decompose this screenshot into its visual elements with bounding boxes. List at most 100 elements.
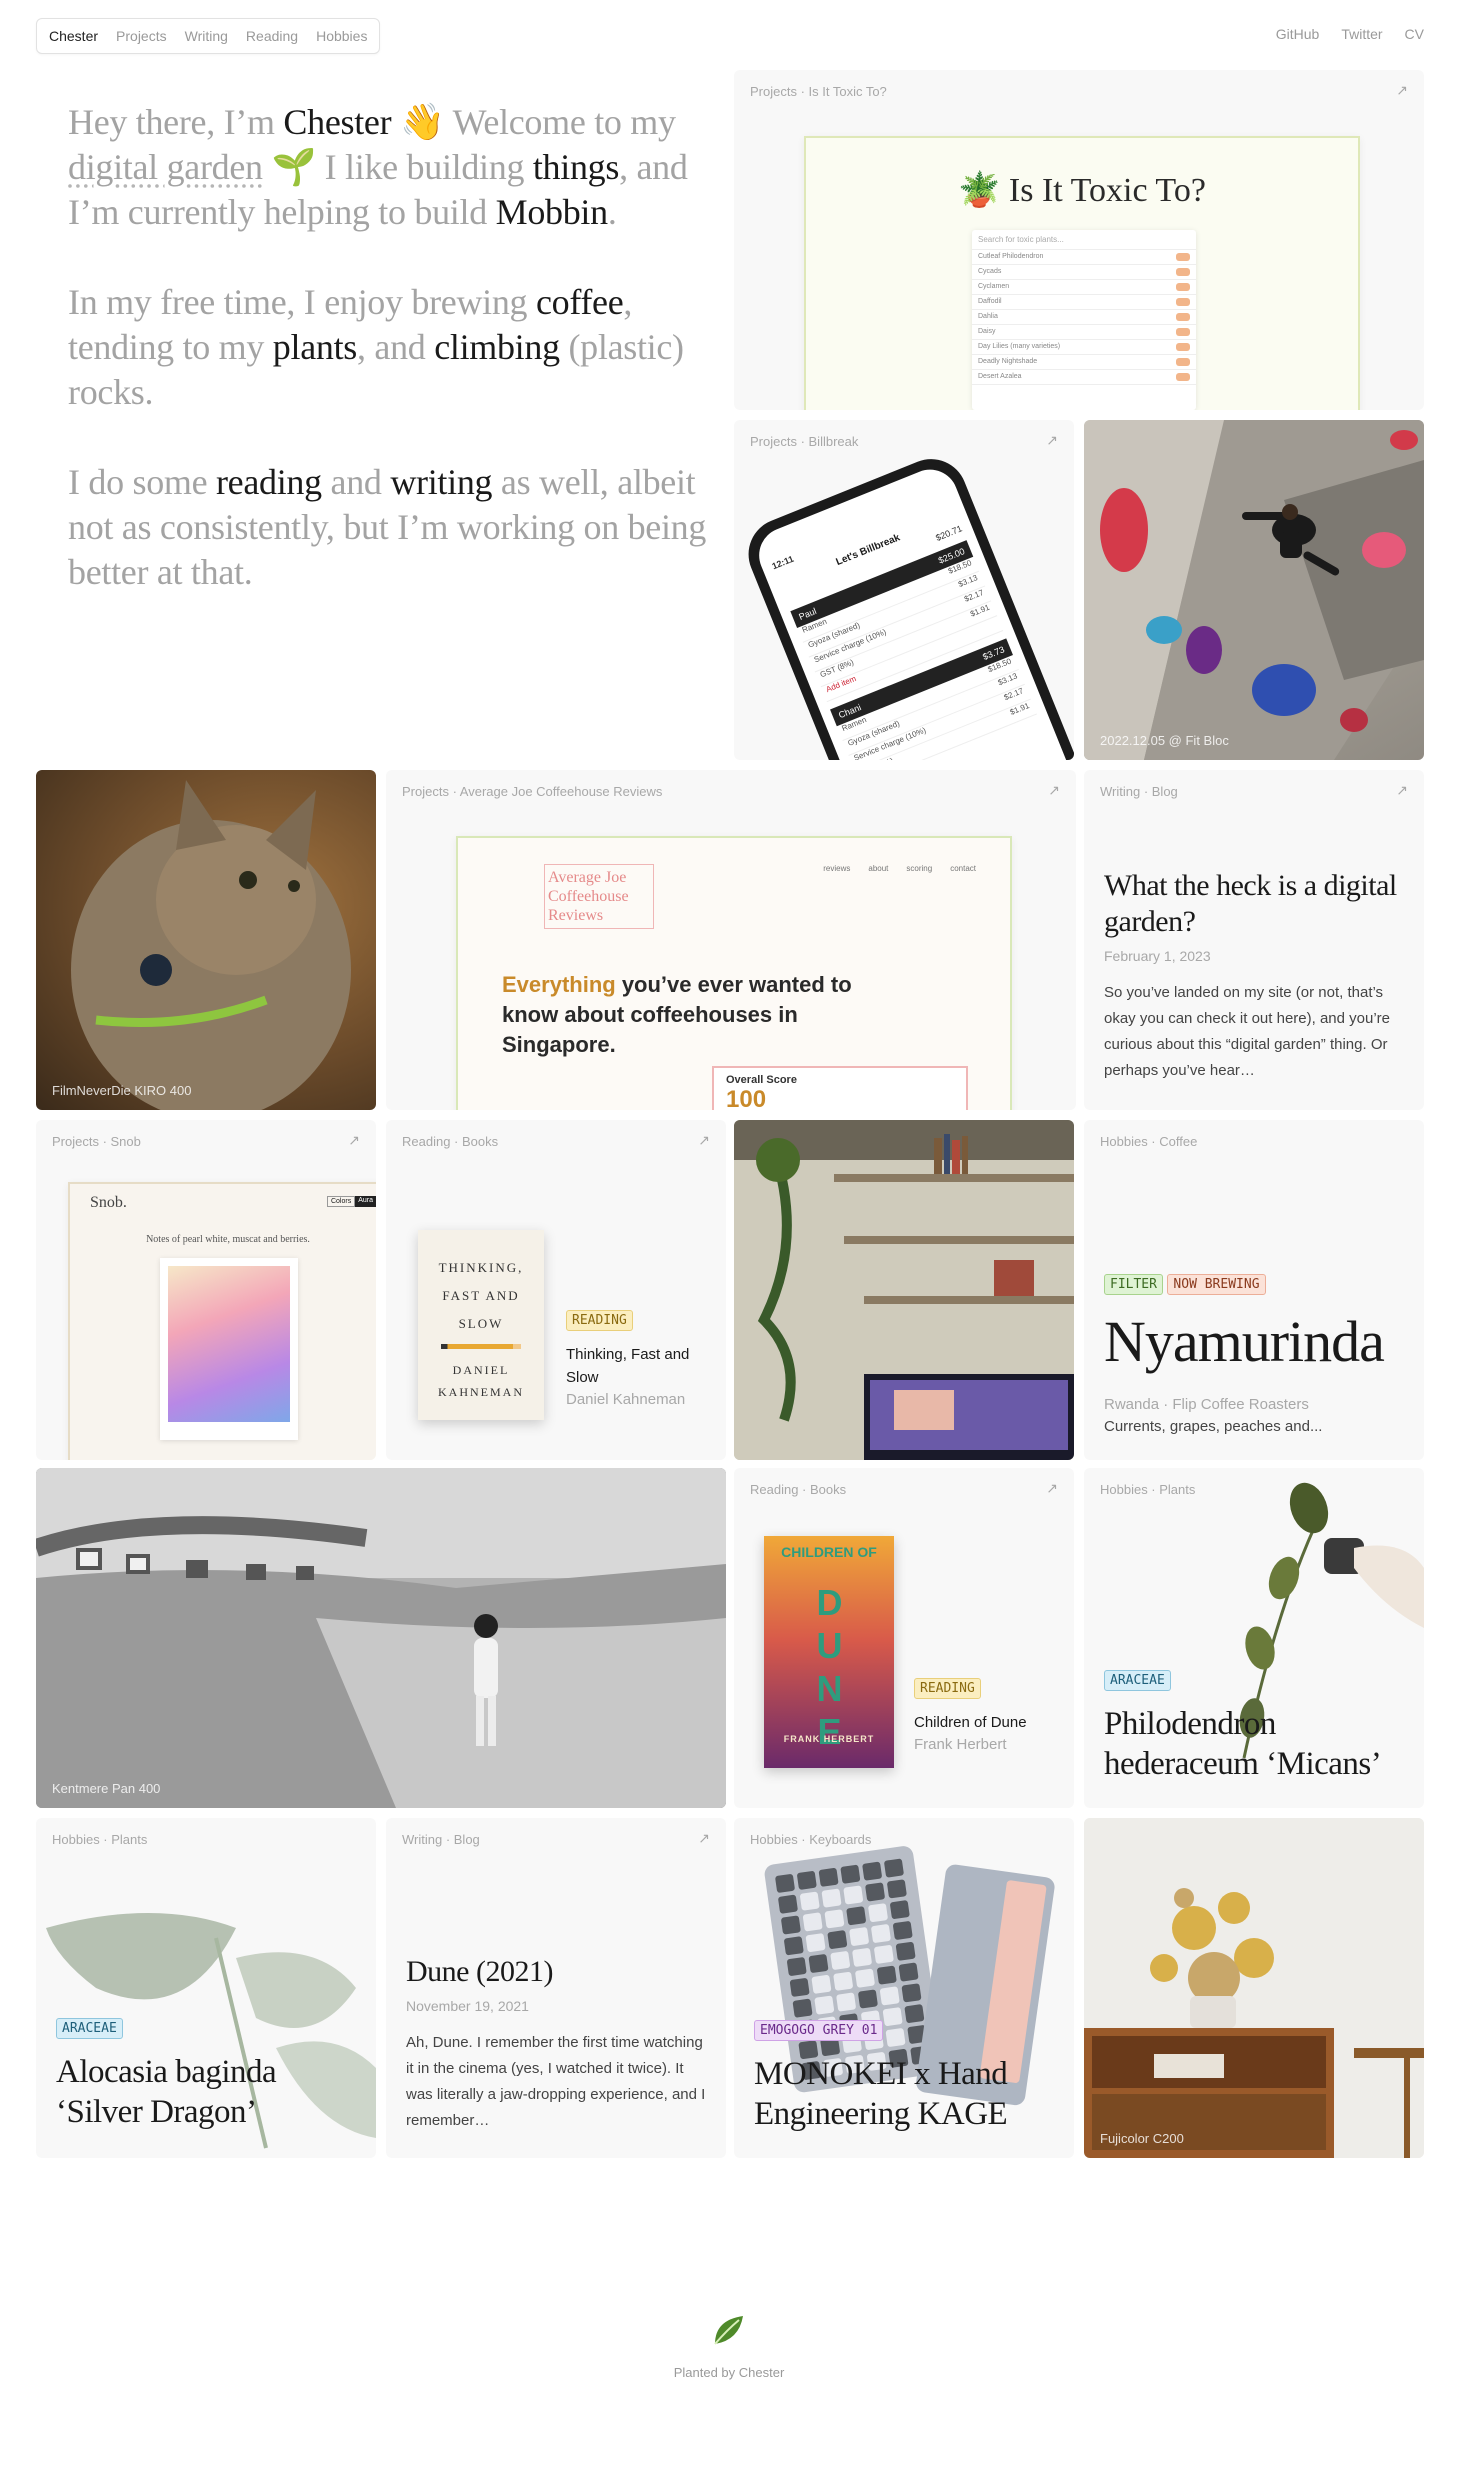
cat-image — [71, 780, 351, 1110]
pencil-icon — [441, 1344, 521, 1349]
intro-paragraph-3: I do some reading and writing as well, a… — [68, 462, 707, 592]
photo-desk-shelf[interactable] — [734, 1120, 1074, 1460]
keycap — [865, 1882, 885, 1902]
photo-cat[interactable]: FilmNeverDie KIRO 400 — [36, 770, 376, 1110]
toxic-title: 🪴 Is It Toxic To? — [958, 172, 1206, 209]
nav-reading[interactable]: Reading — [246, 28, 298, 44]
intro: Hey there, I’m Chester 👋 Welcome to my d… — [68, 100, 708, 640]
blog-card-digital-garden[interactable]: Writing · Blog ↗ What the heck is a digi… — [1084, 770, 1424, 1110]
snob-toggle[interactable]: Colors Aura — [326, 1196, 376, 1207]
toxic-list-row[interactable]: Dahlia — [972, 310, 1196, 325]
coffeehouse-preview: Average Joe Coffeehouse Reviews reviews a… — [456, 836, 1012, 1110]
keyboard-card-monokei[interactable]: Hobbies · Keyboards EMOGOGO GREY 01 MONO… — [734, 1818, 1074, 2158]
aura-gradient — [168, 1266, 290, 1422]
card-label: Reading · Books — [750, 1482, 847, 1497]
nav-hobbies[interactable]: Hobbies — [316, 28, 367, 44]
toxic-list-row[interactable]: Day Lilies (many varieties) — [972, 340, 1196, 355]
coffee-origin: Rwanda · Flip Coffee Roasters — [1104, 1396, 1309, 1413]
blog-title: Dune (2021) — [406, 1955, 553, 1988]
keycap — [833, 1971, 853, 1991]
nav-chester[interactable]: Chester — [49, 28, 98, 44]
keycap — [885, 2028, 906, 2047]
keycap — [858, 1989, 878, 2009]
plant-name: Alocasia baginda ‘Silver Dragon’ — [56, 2054, 277, 2130]
plants-link[interactable]: plants — [273, 327, 358, 367]
keycap — [898, 1962, 919, 1982]
photo-beach[interactable]: Kentmere Pan 400 — [36, 1468, 726, 1808]
now-brewing-tag: NOW BREWING — [1167, 1274, 1266, 1295]
writing-link[interactable]: writing — [390, 462, 492, 502]
book-title: Children of Dune — [914, 1714, 1027, 1731]
card-label: Hobbies · Coffee — [1100, 1134, 1198, 1149]
arrow-icon: ↗ — [1046, 432, 1058, 448]
photo-dried-flowers[interactable]: Fujicolor C200 — [1084, 1818, 1424, 2158]
keycap — [840, 1864, 861, 1884]
mobbin-link[interactable]: Mobbin — [496, 192, 609, 232]
blog-date: February 1, 2023 — [1104, 948, 1211, 964]
blog-card-dune-2021[interactable]: Writing · Blog ↗ Dune (2021) November 19… — [386, 1818, 726, 2158]
keycap — [852, 1948, 872, 1967]
plant-card-philodendron[interactable]: Hobbies · Plants ARACEAE Philodendron he… — [1084, 1468, 1424, 1808]
pet-badge-icon — [1176, 373, 1190, 381]
github-link[interactable]: GitHub — [1276, 26, 1320, 42]
pet-badge-icon — [1176, 253, 1190, 261]
card-label: Hobbies · Plants — [1100, 1482, 1196, 1497]
nav-projects[interactable]: Projects — [116, 28, 167, 44]
keycap — [787, 1957, 807, 1976]
external-links: GitHub Twitter CV — [1276, 26, 1424, 42]
toxic-list-row[interactable]: Cycads — [972, 265, 1196, 280]
nav-writing[interactable]: Writing — [185, 28, 228, 44]
toxic-list-row[interactable]: Daffodil — [972, 295, 1196, 310]
book-card-thinking-fast[interactable]: Reading · Books ↗ THINKING, FAST AND SLO… — [386, 1120, 726, 1460]
book-card-children-of-dune[interactable]: Reading · Books ↗ CHILDREN OF DUNE FRANK… — [734, 1468, 1074, 1808]
keycap — [827, 1930, 848, 1949]
book-title: Thinking, Fast and Slow — [566, 1346, 690, 1386]
arrow-icon: ↗ — [698, 1132, 710, 1148]
keycap — [884, 1858, 904, 1878]
project-card-is-it-toxic[interactable]: Projects · Is It Toxic To? ↗ 🪴 Is It Tox… — [734, 70, 1424, 410]
reading-link[interactable]: reading — [216, 462, 322, 502]
cv-link[interactable]: CV — [1405, 26, 1424, 42]
keycap — [836, 1992, 856, 2012]
toxic-preview: 🪴 Is It Toxic To? Search for toxic plant… — [804, 136, 1360, 410]
card-label: Projects · Is It Toxic To? — [750, 84, 887, 99]
phone-screen: 12:11 Let's Billbreak $20.71 Paul $25.00 … — [750, 461, 1074, 760]
toxic-list-row[interactable]: Deadly Nightshade — [972, 355, 1196, 370]
keycap — [778, 1894, 798, 1914]
toxic-list-row[interactable]: Desert Azalea — [972, 370, 1196, 385]
project-card-snob[interactable]: Projects · Snob ↗ Snob. Colors Aura Notes… — [36, 1120, 376, 1460]
desk-image — [734, 1120, 1074, 1460]
toxic-list-row[interactable]: Cyclamen — [972, 280, 1196, 295]
keyboard-tag: EMOGOGO GREY 01 — [754, 2020, 884, 2041]
book-author: Daniel Kahneman — [566, 1391, 686, 1408]
twitter-link[interactable]: Twitter — [1341, 26, 1382, 42]
toxic-list-row[interactable]: Cutleaf Philodendron — [972, 250, 1196, 265]
project-card-billbreak[interactable]: Projects · Billbreak ↗ 12:11 Let's Billb… — [734, 420, 1074, 760]
card-label: Writing · Blog — [1100, 784, 1178, 799]
coffee-link[interactable]: coffee — [536, 282, 624, 322]
keycap — [887, 1879, 907, 1899]
arrow-icon: ↗ — [698, 1830, 710, 1846]
climbing-link[interactable]: climbing — [434, 327, 560, 367]
keycap — [890, 1900, 910, 1919]
overall-score-panel: Overall Score 100 — [712, 1066, 968, 1110]
toxic-search-input[interactable]: Search for toxic plants... — [972, 230, 1196, 250]
photo-caption: Fujicolor C200 — [1100, 2131, 1184, 2146]
plant-card-alocasia[interactable]: Hobbies · Plants ARACEAE Alocasia bagind… — [36, 1818, 376, 2158]
keycap — [868, 1903, 888, 1923]
card-label: Projects · Billbreak — [750, 434, 859, 449]
arrow-icon: ↗ — [1396, 82, 1408, 98]
things-link[interactable]: things — [533, 147, 620, 187]
sprout-icon: 🌱 — [271, 147, 316, 187]
potted-plant-icon: 🪴 — [958, 172, 1001, 209]
digital-garden-link[interactable]: digital garden — [68, 147, 263, 187]
coffee-card-nyamurinda[interactable]: Hobbies · Coffee FILTER NOW BREWING Nyam… — [1084, 1120, 1424, 1460]
pet-badge-icon — [1176, 283, 1190, 291]
project-card-coffeehouse[interactable]: Projects · Average Joe Coffeehouse Revie… — [386, 770, 1076, 1110]
arrow-icon: ↗ — [1396, 782, 1408, 798]
photo-climbing[interactable]: 2022.12.05 @ Fit Bloc — [1084, 420, 1424, 760]
keyboard-name: MONOKEI x Hand Engineering KAGE — [754, 2056, 1008, 2132]
toxic-list-row[interactable]: Daisy — [972, 325, 1196, 340]
coffeehouse-logo: Average Joe Coffeehouse Reviews — [544, 864, 654, 929]
keycap — [789, 1978, 810, 1997]
